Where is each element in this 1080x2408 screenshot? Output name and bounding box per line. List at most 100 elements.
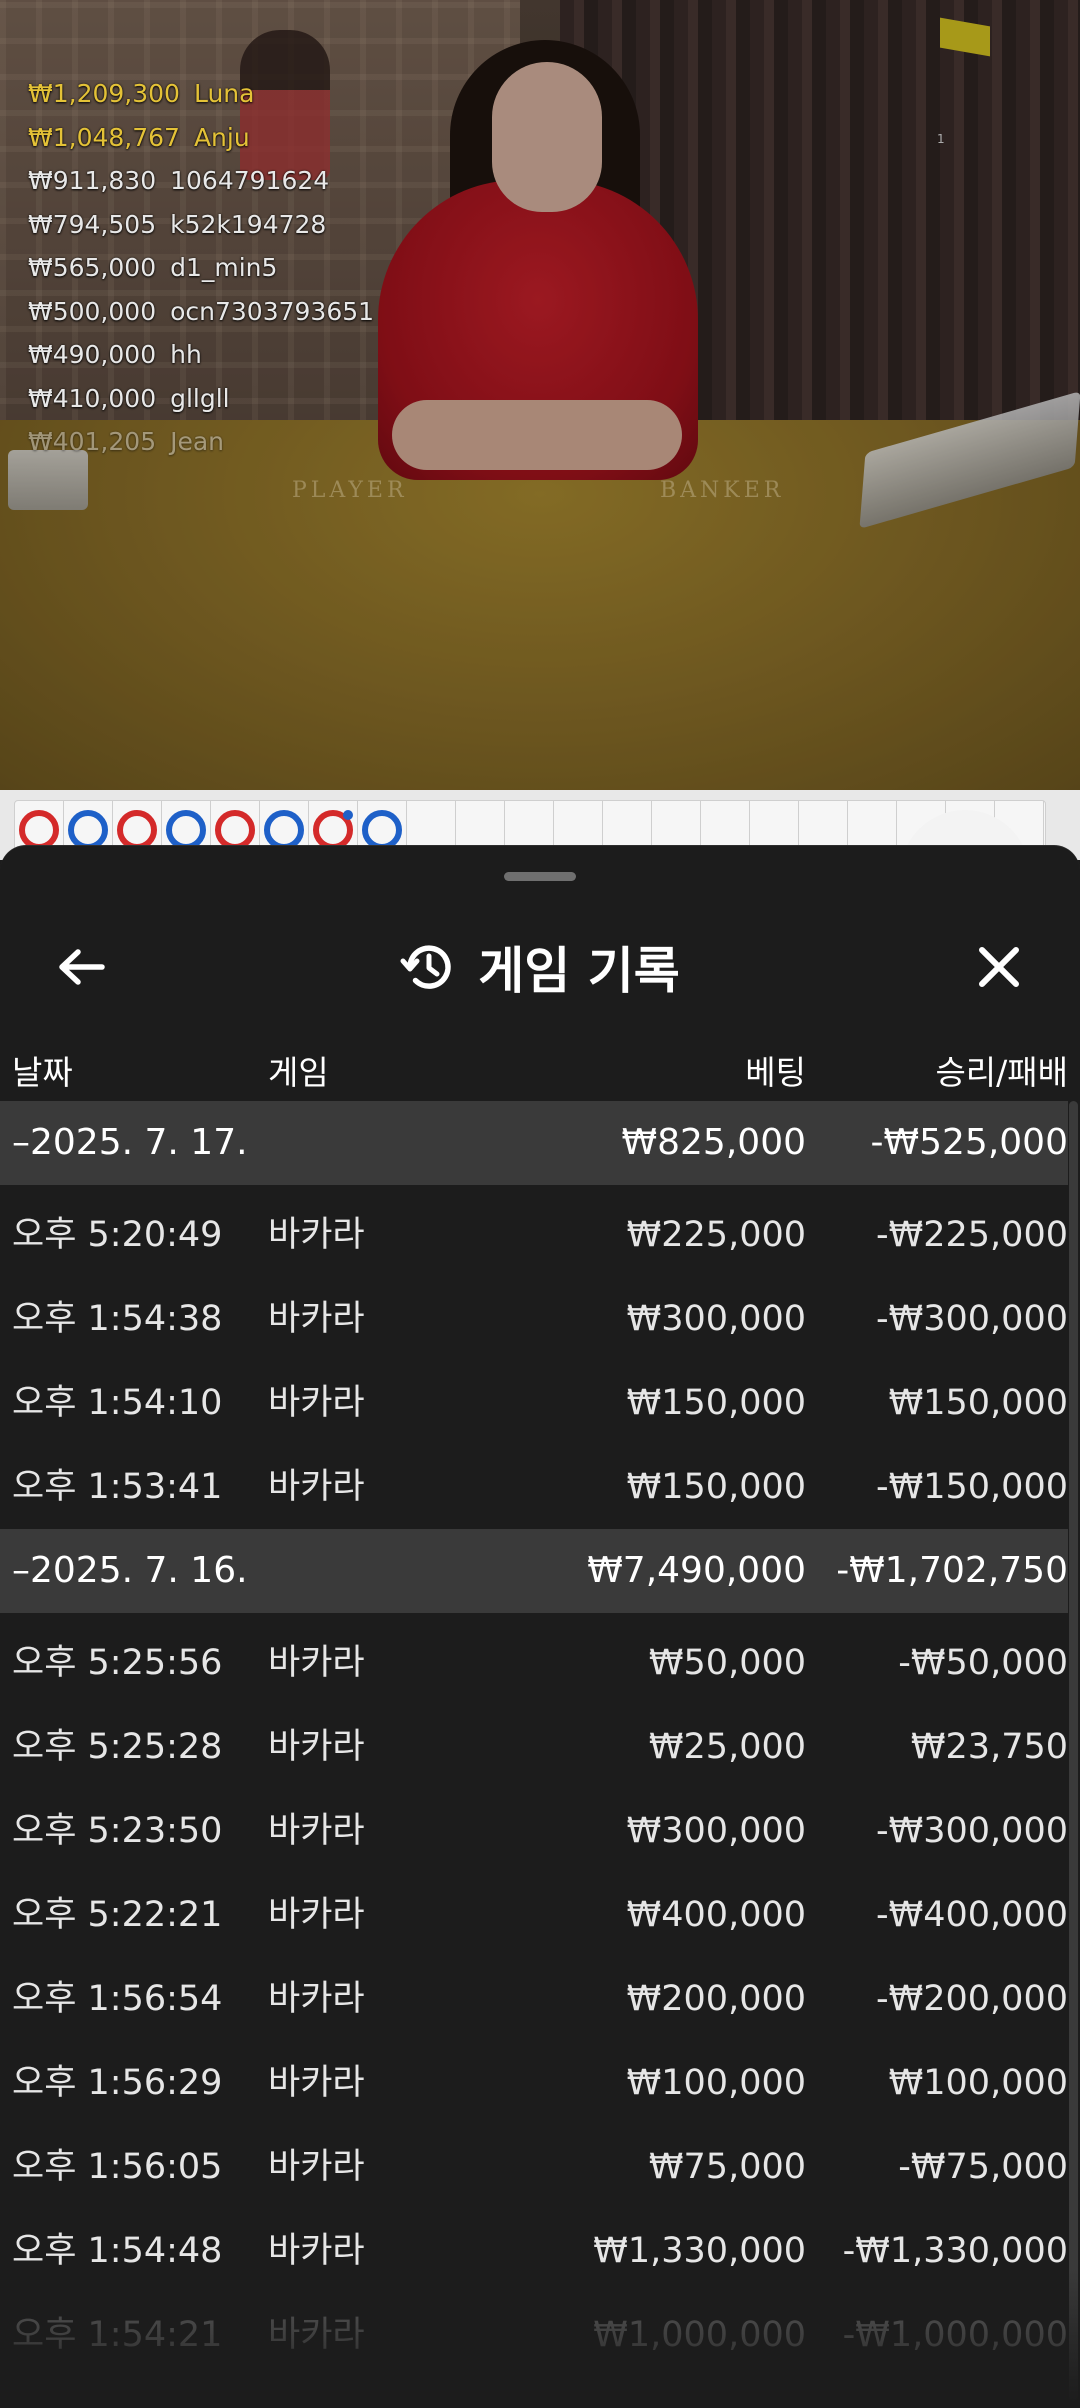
- row-game: 바카라: [268, 1467, 365, 1507]
- road-bead: [362, 810, 402, 850]
- row-result: -₩50,000: [898, 1643, 1068, 1683]
- road-bead: [68, 810, 108, 850]
- row-time: 오후 5:20:49: [12, 1215, 223, 1255]
- leaderboard-name: ocn7303793651: [170, 296, 375, 326]
- group-result-total: -₩1,702,750: [836, 1550, 1068, 1591]
- row-time: 오후 1:54:38: [12, 1299, 223, 1339]
- leaderboard-row: ₩1,048,767 Anju: [28, 116, 374, 160]
- row-result: ₩150,000: [888, 1383, 1068, 1423]
- road-bead: [264, 810, 304, 850]
- row-result: -₩75,000: [898, 2147, 1068, 2187]
- row-game: 바카라: [268, 1383, 365, 1423]
- table-header: 날짜 게임 베팅 승리/패배: [0, 1026, 1080, 1104]
- leaderboard-name: hh: [170, 340, 202, 370]
- leaderboard-name: 1064791624: [170, 166, 330, 196]
- group-result-total: -₩525,000: [870, 1122, 1068, 1163]
- game-history-sheet: 게임 기록 날짜 게임 베팅 승리/패배 –2025. 7. 17. ₩825,0…: [0, 845, 1080, 2408]
- leaderboard-name: Luna: [193, 79, 255, 109]
- leaderboard-amount: ₩410,000: [28, 383, 157, 413]
- history-row[interactable]: 오후 1:54:10 바카라 ₩150,000 ₩150,000: [0, 1361, 1068, 1445]
- row-bet: ₩150,000: [626, 1383, 806, 1423]
- history-icon: [400, 945, 451, 989]
- group-bet-total: ₩825,000: [621, 1122, 806, 1163]
- leaderboard-name: Anju: [193, 122, 250, 152]
- leaderboard-row: ₩794,505 k52k194728: [28, 203, 374, 247]
- row-time: 오후 1:56:54: [12, 1979, 223, 2019]
- row-result: -₩300,000: [876, 1811, 1068, 1851]
- group-date: –2025. 7. 16.: [12, 1550, 248, 1591]
- column-header-result[interactable]: 승리/패배: [935, 1046, 1068, 1094]
- row-game: 바카라: [268, 1979, 365, 2019]
- row-game: 바카라: [268, 1811, 365, 1851]
- date-group-row[interactable]: –2025. 7. 16. ₩7,490,000 -₩1,702,750: [0, 1529, 1068, 1613]
- row-result: -₩200,000: [876, 1979, 1068, 2019]
- leaderboard-name: gllgll: [170, 383, 230, 413]
- row-bet: ₩200,000: [626, 1979, 806, 2019]
- history-row[interactable]: 오후 5:22:21 바카라 ₩400,000 -₩400,000: [0, 1873, 1068, 1957]
- row-game: 바카라: [268, 1727, 365, 1767]
- history-row[interactable]: 오후 1:56:29 바카라 ₩100,000 ₩100,000: [0, 2041, 1068, 2125]
- history-row[interactable]: 오후 1:56:54 바카라 ₩200,000 -₩200,000: [0, 1957, 1068, 2041]
- row-result: ₩100,000: [888, 2063, 1068, 2103]
- road-bead: [19, 810, 59, 850]
- road-bead: [313, 810, 353, 850]
- history-row[interactable]: 오후 5:23:50 바카라 ₩300,000 -₩300,000: [0, 1789, 1068, 1873]
- history-row[interactable]: 오후 1:56:05 바카라 ₩75,000 -₩75,000: [0, 2125, 1068, 2209]
- history-row[interactable]: 오후 1:53:41 바카라 ₩150,000 -₩150,000: [0, 1445, 1068, 1529]
- winners-leaderboard: ₩1,209,300 Luna ₩1,048,767 Anju ₩911,830 1064…: [28, 72, 374, 464]
- leaderboard-amount: ₩500,000: [28, 296, 157, 326]
- close-icon: [979, 947, 1019, 987]
- row-time: 오후 5:25:56: [12, 1643, 223, 1683]
- row-game: 바카라: [268, 1299, 365, 1339]
- history-row[interactable]: 오후 5:25:28 바카라 ₩25,000 ₩23,750: [0, 1705, 1068, 1789]
- leaderboard-name: k52k194728: [170, 209, 327, 239]
- leaderboard-row: ₩1,209,300 Luna: [28, 72, 374, 116]
- leaderboard-row: ₩911,830 1064791624: [28, 159, 374, 203]
- row-time: 오후 1:56:29: [12, 2063, 223, 2103]
- history-row[interactable]: 오후 1:54:38 바카라 ₩300,000 -₩300,000: [0, 1277, 1068, 1361]
- leaderboard-row: ₩565,000 d1_min5: [28, 246, 374, 290]
- leaderboard-name: d1_min5: [170, 253, 278, 283]
- group-date: –2025. 7. 17.: [12, 1122, 248, 1163]
- row-result: -₩400,000: [876, 1895, 1068, 1935]
- close-button[interactable]: [964, 932, 1034, 1002]
- row-bet: ₩225,000: [626, 1215, 806, 1255]
- leaderboard-amount: ₩1,209,300: [28, 79, 180, 109]
- sheet-header: 게임 기록: [0, 906, 1080, 1026]
- leaderboard-row: ₩490,000 hh: [28, 333, 374, 377]
- row-bet: ₩400,000: [626, 1895, 806, 1935]
- sheet-title-group: 게임 기록: [0, 932, 1080, 1002]
- row-bet: ₩300,000: [626, 1299, 806, 1339]
- row-game: 바카라: [268, 1643, 365, 1683]
- row-game: 바카라: [268, 2147, 365, 2187]
- row-time: 오후 5:22:21: [12, 1895, 223, 1935]
- sheet-drag-handle[interactable]: [504, 872, 576, 881]
- row-result: -₩225,000: [876, 1215, 1068, 1255]
- row-time: 오후 5:25:28: [12, 1727, 223, 1767]
- road-bead: [117, 810, 157, 850]
- row-time: 오후 1:53:41: [12, 1467, 223, 1507]
- date-group-row[interactable]: –2025. 7. 17. ₩825,000 -₩525,000: [0, 1101, 1068, 1185]
- row-bet: ₩300,000: [626, 1811, 806, 1851]
- leaderboard-amount: ₩565,000: [28, 253, 157, 283]
- column-header-game[interactable]: 게임: [268, 1046, 329, 1094]
- row-game: 바카라: [268, 2063, 365, 2103]
- leaderboard-amount: ₩490,000: [28, 340, 157, 370]
- column-header-bet[interactable]: 베팅: [745, 1046, 806, 1094]
- sheet-title: 게임 기록: [478, 942, 680, 1000]
- row-time: 오후 1:54:10: [12, 1383, 223, 1423]
- history-row[interactable]: 오후 5:20:49 바카라 ₩225,000 -₩225,000: [0, 1193, 1068, 1277]
- row-result: -₩150,000: [876, 1467, 1068, 1507]
- row-game: 바카라: [268, 1215, 365, 1255]
- leaderboard-row: ₩410,000 gllgll: [28, 377, 374, 421]
- scrollbar[interactable]: [1069, 1101, 1078, 2401]
- row-bet: ₩100,000: [626, 2063, 806, 2103]
- column-header-date[interactable]: 날짜: [12, 1046, 73, 1094]
- road-bead: [166, 810, 206, 850]
- history-row[interactable]: 오후 5:25:56 바카라 ₩50,000 -₩50,000: [0, 1621, 1068, 1705]
- group-bet-total: ₩7,490,000: [587, 1550, 806, 1591]
- row-game: 바카라: [268, 1895, 365, 1935]
- live-video-feed: PLAYER BANKER 1 ₩1,209,300 Luna ₩1,048,767…: [0, 0, 1080, 790]
- history-records-list[interactable]: –2025. 7. 17. ₩825,000 -₩525,000 오후 5:20:49…: [0, 1101, 1068, 2408]
- leaderboard-amount: ₩401,205: [28, 427, 157, 457]
